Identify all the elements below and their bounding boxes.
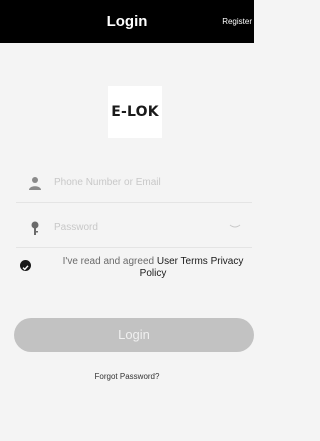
user-terms-link[interactable]: User Terms: [157, 256, 208, 267]
agreement-text: I've read and agreed User Terms Privacy …: [48, 256, 258, 280]
register-link[interactable]: Register: [222, 0, 252, 43]
page-title: Login: [106, 13, 148, 30]
brand-logo: E-LOK: [108, 86, 162, 138]
login-button[interactable]: Login: [14, 318, 254, 352]
agree-checkbox[interactable]: [20, 260, 31, 271]
account-input[interactable]: Phone Number or Email: [54, 164, 161, 202]
eye-closed-icon[interactable]: [228, 219, 242, 233]
account-field[interactable]: Phone Number or Email: [16, 164, 252, 203]
forgot-password-link[interactable]: Forgot Password?: [0, 372, 254, 381]
agreement-prefix: I've read and agreed: [62, 256, 157, 267]
user-icon: [28, 176, 42, 190]
key-icon: [28, 221, 42, 235]
password-field[interactable]: Password: [16, 209, 252, 248]
password-input[interactable]: Password: [54, 209, 98, 247]
top-bar: Login Register: [0, 0, 254, 43]
agreement-row: I've read and agreed User Terms Privacy …: [18, 256, 254, 286]
logo-text: E-LOK: [111, 104, 159, 120]
